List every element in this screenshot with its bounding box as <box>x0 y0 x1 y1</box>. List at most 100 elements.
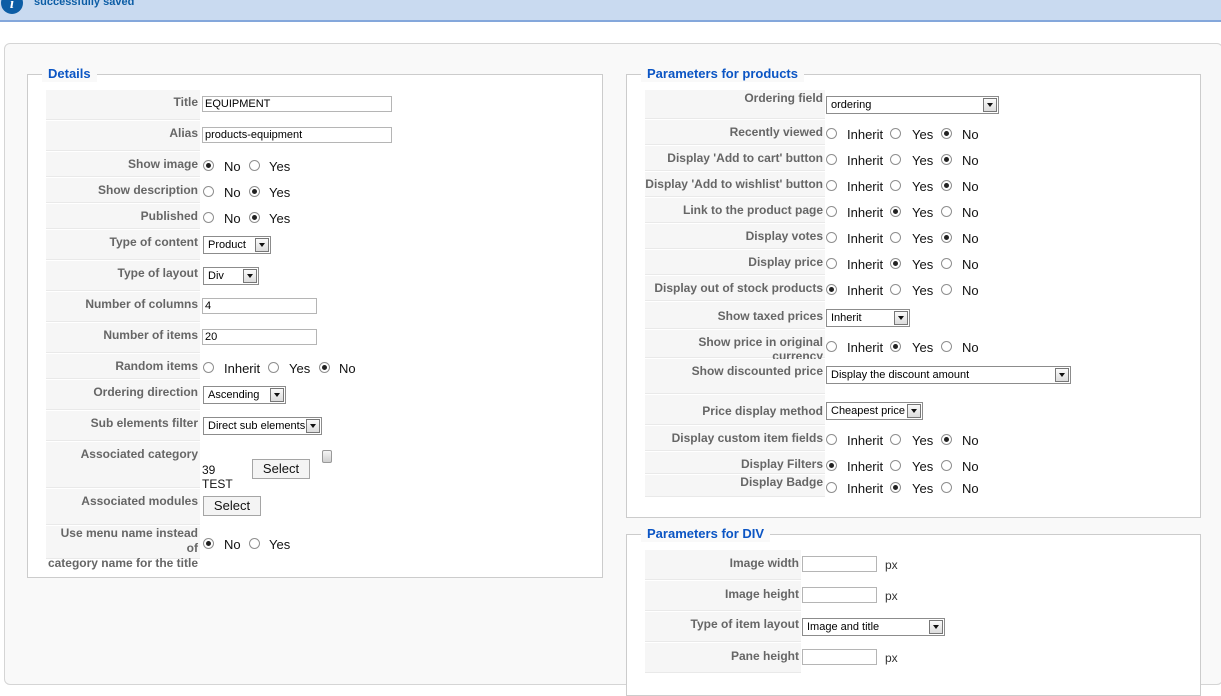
display-price-no-radio[interactable] <box>941 258 952 269</box>
display-filters-no-radio[interactable] <box>941 460 952 471</box>
random-items-no-radio[interactable] <box>319 362 330 373</box>
add-to-wishlist-yes-radio[interactable] <box>890 180 901 191</box>
use-menu-name-no-label: No <box>224 537 241 552</box>
link-to-product-yes-radio[interactable] <box>890 206 901 217</box>
published-yes-radio[interactable] <box>249 212 260 223</box>
link-to-product-label: Link to the product page <box>645 198 825 223</box>
display-badge-inherit-radio[interactable] <box>826 482 837 493</box>
price-method-select[interactable]: Cheapest price <box>826 402 923 420</box>
random-items-label: Random items <box>46 354 200 379</box>
display-price-yes-label: Yes <box>912 257 934 272</box>
ordering-direction-select[interactable]: Ascending <box>203 386 286 404</box>
alias-input[interactable] <box>202 127 392 143</box>
recently-viewed-yes-radio[interactable] <box>890 128 901 139</box>
display-filters-label: Display Filters <box>645 452 825 474</box>
original-currency-yes-radio[interactable] <box>890 341 901 352</box>
add-to-cart-no-radio[interactable] <box>941 154 952 165</box>
show-taxed-select[interactable]: Inherit <box>826 309 910 327</box>
out-of-stock-inherit-radio[interactable] <box>826 284 837 295</box>
discounted-price-select[interactable]: Display the discount amount <box>826 366 1071 384</box>
recently-viewed-inherit-radio[interactable] <box>826 128 837 139</box>
display-filters-yes-radio[interactable] <box>890 460 901 471</box>
custom-fields-inherit-radio[interactable] <box>826 434 837 445</box>
display-filters-inherit-radio[interactable] <box>826 460 837 471</box>
out-of-stock-yes-radio[interactable] <box>890 284 901 295</box>
pane-height-input[interactable] <box>802 649 877 665</box>
add-to-wishlist-no-radio[interactable] <box>941 180 952 191</box>
add-to-cart-inherit-radio[interactable] <box>826 154 837 165</box>
ordering-direction-value: Ascending <box>208 389 260 401</box>
chevron-down-icon[interactable] <box>270 388 284 402</box>
out-of-stock-no-radio[interactable] <box>941 284 952 295</box>
use-menu-name-no-radio[interactable] <box>203 538 214 549</box>
chevron-down-icon[interactable] <box>907 404 921 418</box>
show-image-yes-radio[interactable] <box>249 160 260 171</box>
display-price-yes-radio[interactable] <box>890 258 901 269</box>
add-to-cart-yes-radio[interactable] <box>890 154 901 165</box>
original-currency-no-radio[interactable] <box>941 341 952 352</box>
display-votes-no-radio[interactable] <box>941 232 952 243</box>
chevron-down-icon[interactable] <box>255 238 269 252</box>
clear-icon[interactable] <box>322 450 332 463</box>
show-description-no-radio[interactable] <box>203 186 214 197</box>
add-to-wishlist-no-label: No <box>962 179 979 194</box>
original-currency-inherit-radio[interactable] <box>826 341 837 352</box>
published-yes-label: Yes <box>269 211 291 226</box>
add-to-cart-yes-label: Yes <box>912 153 934 168</box>
div-fieldset: Parameters for DIV Image width px Image … <box>626 526 1201 696</box>
show-description-yes-label: Yes <box>269 185 291 200</box>
custom-fields-no-label: No <box>962 433 979 448</box>
chevron-down-icon[interactable] <box>243 269 257 283</box>
published-no-radio[interactable] <box>203 212 214 223</box>
image-height-input[interactable] <box>802 587 877 603</box>
chevron-down-icon[interactable] <box>929 620 943 634</box>
show-description-yes-radio[interactable] <box>249 186 260 197</box>
image-width-input[interactable] <box>802 556 877 572</box>
display-votes-yes-radio[interactable] <box>890 232 901 243</box>
display-filters-yes-label: Yes <box>912 459 934 474</box>
ordering-field-select[interactable]: ordering <box>826 96 999 114</box>
associated-modules-select-button[interactable]: Select <box>203 496 261 516</box>
ordering-field-value: ordering <box>831 99 872 111</box>
item-layout-select[interactable]: Image and title <box>802 618 945 636</box>
chevron-down-icon[interactable] <box>306 419 320 433</box>
display-votes-inherit-radio[interactable] <box>826 232 837 243</box>
item-layout-value: Image and title <box>807 621 880 633</box>
add-to-cart-inherit-label: Inherit <box>847 153 884 168</box>
random-items-inherit-radio[interactable] <box>203 362 214 373</box>
price-method-value: Cheapest price <box>831 405 905 417</box>
recently-viewed-no-radio[interactable] <box>941 128 952 139</box>
custom-fields-yes-radio[interactable] <box>890 434 901 445</box>
chevron-down-icon[interactable] <box>894 311 908 325</box>
chevron-down-icon[interactable] <box>1055 368 1069 382</box>
sub-elements-filter-select[interactable]: Direct sub elements <box>203 417 322 435</box>
custom-fields-label: Display custom item fields <box>645 426 825 451</box>
show-image-label: Show image <box>46 152 200 177</box>
number-of-columns-label: Number of columns <box>46 292 200 322</box>
title-input[interactable] <box>202 96 392 112</box>
type-of-layout-select[interactable]: Div <box>203 267 259 285</box>
use-menu-name-label-line1: Use menu name instead of <box>60 526 198 555</box>
price-method-label: Price display method <box>645 395 825 425</box>
display-badge-yes-radio[interactable] <box>890 482 901 493</box>
out-of-stock-label: Display out of stock products <box>645 276 825 301</box>
display-badge-no-radio[interactable] <box>941 482 952 493</box>
chevron-down-icon[interactable] <box>983 98 997 112</box>
use-menu-name-yes-radio[interactable] <box>249 538 260 549</box>
add-to-wishlist-inherit-radio[interactable] <box>826 180 837 191</box>
show-image-no-radio[interactable] <box>203 160 214 171</box>
custom-fields-no-radio[interactable] <box>941 434 952 445</box>
link-to-product-inherit-radio[interactable] <box>826 206 837 217</box>
link-to-product-no-radio[interactable] <box>941 206 952 217</box>
random-items-yes-radio[interactable] <box>268 362 279 373</box>
discounted-price-value: Display the discount amount <box>831 369 970 381</box>
display-price-inherit-radio[interactable] <box>826 258 837 269</box>
number-of-items-label: Number of items <box>46 323 200 353</box>
number-of-items-input[interactable] <box>202 329 317 345</box>
show-image-yes-label: Yes <box>269 159 291 174</box>
associated-category-select-button[interactable]: Select <box>252 459 310 479</box>
type-of-layout-value: Div <box>208 270 224 282</box>
number-of-columns-input[interactable] <box>202 298 317 314</box>
type-of-layout-label: Type of layout <box>46 261 200 291</box>
type-of-content-select[interactable]: Product <box>203 236 271 254</box>
